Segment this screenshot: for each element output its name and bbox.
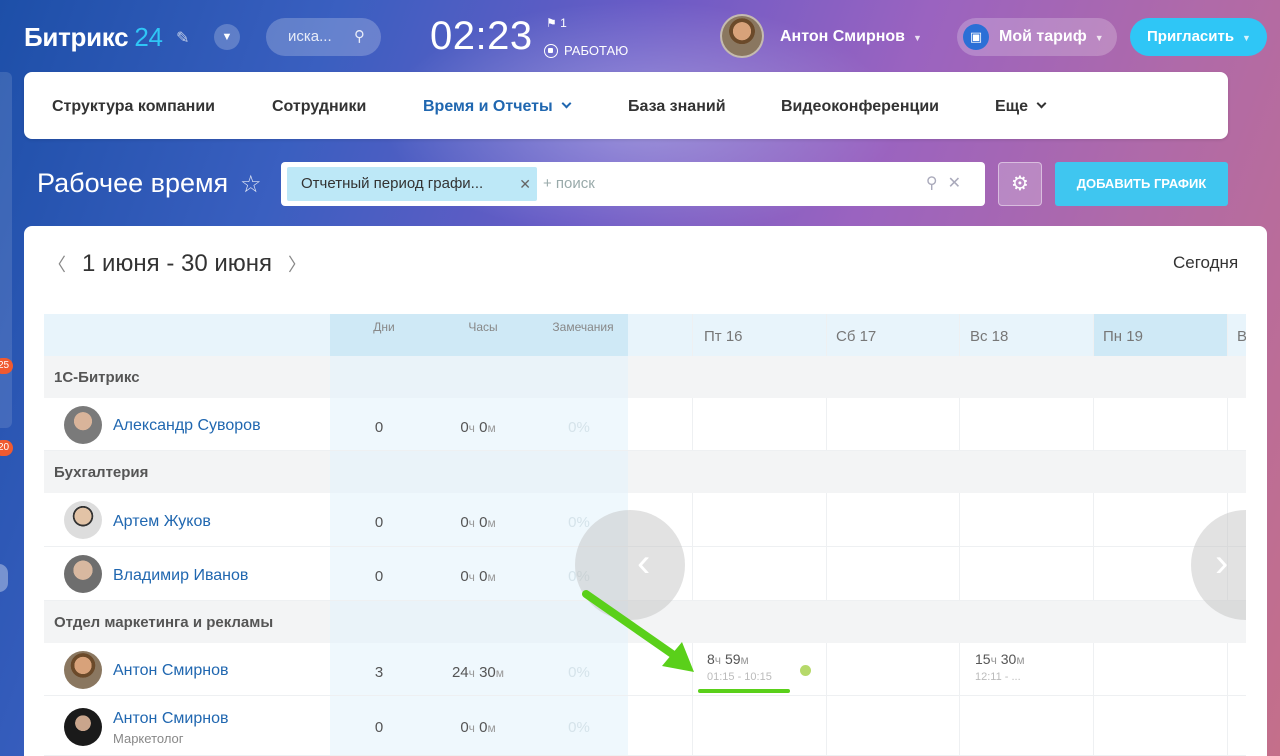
timesheet-table: Пт 16 Сб 17 Вс 18 Пн 19 В 1С-Битрикс Бух… <box>44 314 1246 756</box>
period-selector: 〈 1 июня - 30 июня 〉 <box>48 250 307 277</box>
employee-name[interactable]: Артем Жуков <box>113 513 211 531</box>
notes-value: 0% <box>568 419 590 436</box>
chevron-right-icon: › <box>1215 541 1229 585</box>
day-header: В <box>1237 328 1246 345</box>
avatar[interactable] <box>64 406 102 444</box>
hours-value: 0ч 0м <box>460 719 496 736</box>
next-arrow-icon[interactable]: 〉 <box>288 255 306 275</box>
logo[interactable]: Битрикс 24 <box>24 22 163 53</box>
add-schedule-button[interactable]: ДОБАВИТЬ ГРАФИК <box>1055 162 1228 206</box>
days-value: 0 <box>374 419 384 436</box>
close-icon[interactable]: ✕ <box>519 167 531 201</box>
search-input[interactable]: иска... ⚲ <box>266 18 381 56</box>
stop-icon <box>544 44 558 58</box>
hours-value: 24ч 30м <box>451 664 505 681</box>
day-header: Пт 16 <box>704 328 743 345</box>
pencil-icon[interactable]: ✎ <box>176 28 189 48</box>
left-menu-panel[interactable] <box>0 72 12 428</box>
table-row: Александр Суворов 0 0ч 0м 0% <box>44 398 1246 451</box>
table-header <box>44 314 1246 356</box>
chevron-down-icon <box>1036 98 1047 109</box>
main-nav: Структура компании Сотрудники Время и От… <box>24 72 1228 139</box>
caret-down-icon: ▼ <box>1242 33 1251 43</box>
hours-value: 0ч 0м <box>460 514 496 531</box>
gear-icon: ⚙ <box>1011 173 1029 195</box>
today-button[interactable]: Сегодня <box>1173 253 1238 273</box>
notes-value: 0% <box>568 719 590 736</box>
user-avatar[interactable] <box>720 14 764 58</box>
chevron-down-icon <box>561 98 572 109</box>
days-value: 3 <box>374 664 384 681</box>
avatar[interactable] <box>64 708 102 746</box>
chevron-down-icon[interactable]: ▼ <box>214 24 240 50</box>
briefcase-icon: ▣ <box>963 24 989 50</box>
caret-down-icon: ▼ <box>913 33 922 43</box>
hours-value: 0ч 0м <box>460 568 496 585</box>
nav-item-video[interactable]: Видеоконференции <box>781 98 939 116</box>
annotation-arrow <box>582 590 694 672</box>
col-header-hours: Часы <box>468 320 498 334</box>
employee-name[interactable]: Антон Смирнов <box>113 710 228 728</box>
group-row: Бухгалтерия <box>44 451 1246 493</box>
day-header: Пн 19 <box>1103 328 1143 345</box>
nav-item-employees[interactable]: Сотрудники <box>272 98 366 116</box>
annotation-underline <box>698 689 790 693</box>
days-value: 0 <box>374 719 384 736</box>
employee-name[interactable]: Владимир Иванов <box>113 567 248 585</box>
day-header: Вс 18 <box>970 328 1009 345</box>
flag-icon: ⚑ <box>546 16 557 30</box>
avatar[interactable] <box>64 555 102 593</box>
employee-position: Маркетолог <box>113 731 184 746</box>
col-header-notes: Замечания <box>552 320 614 334</box>
flag-counter[interactable]: ⚑ 1 <box>546 16 567 30</box>
filter-search-input[interactable]: + поиск <box>543 162 595 206</box>
chevron-left-icon: ‹ <box>637 541 651 585</box>
days-value: 0 <box>374 514 384 531</box>
clock[interactable]: 02:23 <box>430 14 533 59</box>
check-icon <box>800 665 811 676</box>
nav-item-structure[interactable]: Структура компании <box>52 98 215 116</box>
avatar[interactable] <box>64 651 102 689</box>
prev-arrow-icon[interactable]: 〈 <box>48 255 66 275</box>
work-status[interactable]: РАБОТАЮ <box>544 43 628 58</box>
left-edge-button[interactable] <box>0 564 8 592</box>
nav-item-knowledge[interactable]: База знаний <box>628 98 726 116</box>
tariff-button[interactable]: ▣ Мой тариф ▼ <box>957 18 1117 56</box>
clear-icon[interactable]: ✕ <box>948 175 971 192</box>
employee-name[interactable]: Антон Смирнов <box>113 662 228 680</box>
work-cell[interactable]: 8ч 59м 01:15 - 10:15 <box>707 651 772 683</box>
user-menu[interactable]: Антон Смирнов ▼ <box>780 28 922 46</box>
caret-down-icon: ▼ <box>1094 33 1104 43</box>
avatar[interactable] <box>64 501 102 539</box>
group-row: 1С-Битрикс <box>44 356 1246 398</box>
nav-item-time-reports[interactable]: Время и Отчеты <box>423 98 572 116</box>
table-row: Антон Смирнов Маркетолог 0 0ч 0м 0% <box>44 696 1246 756</box>
hours-value: 0ч 0м <box>460 419 496 436</box>
search-icon[interactable]: ⚲ <box>926 175 948 192</box>
settings-button[interactable]: ⚙ <box>998 162 1042 206</box>
star-icon[interactable]: ☆ <box>240 170 262 199</box>
col-header-days: Дни <box>373 320 395 334</box>
employee-name[interactable]: Александр Суворов <box>113 417 261 435</box>
day-header: Сб 17 <box>836 328 877 345</box>
nav-item-more[interactable]: Еще <box>995 98 1047 116</box>
work-cell[interactable]: 15ч 30м 12:11 - ... <box>975 651 1025 683</box>
invite-button[interactable]: Пригласить ▼ <box>1130 18 1267 56</box>
page-title: Рабочее время <box>37 168 229 198</box>
filter-bar[interactable]: Отчетный период графи... ✕ + поиск ⚲✕ <box>281 162 985 206</box>
filter-chip[interactable]: Отчетный период графи... ✕ <box>287 167 537 201</box>
days-value: 0 <box>374 568 384 585</box>
search-icon: ⚲ <box>354 28 365 45</box>
counter-badge: 20 <box>0 440 14 456</box>
